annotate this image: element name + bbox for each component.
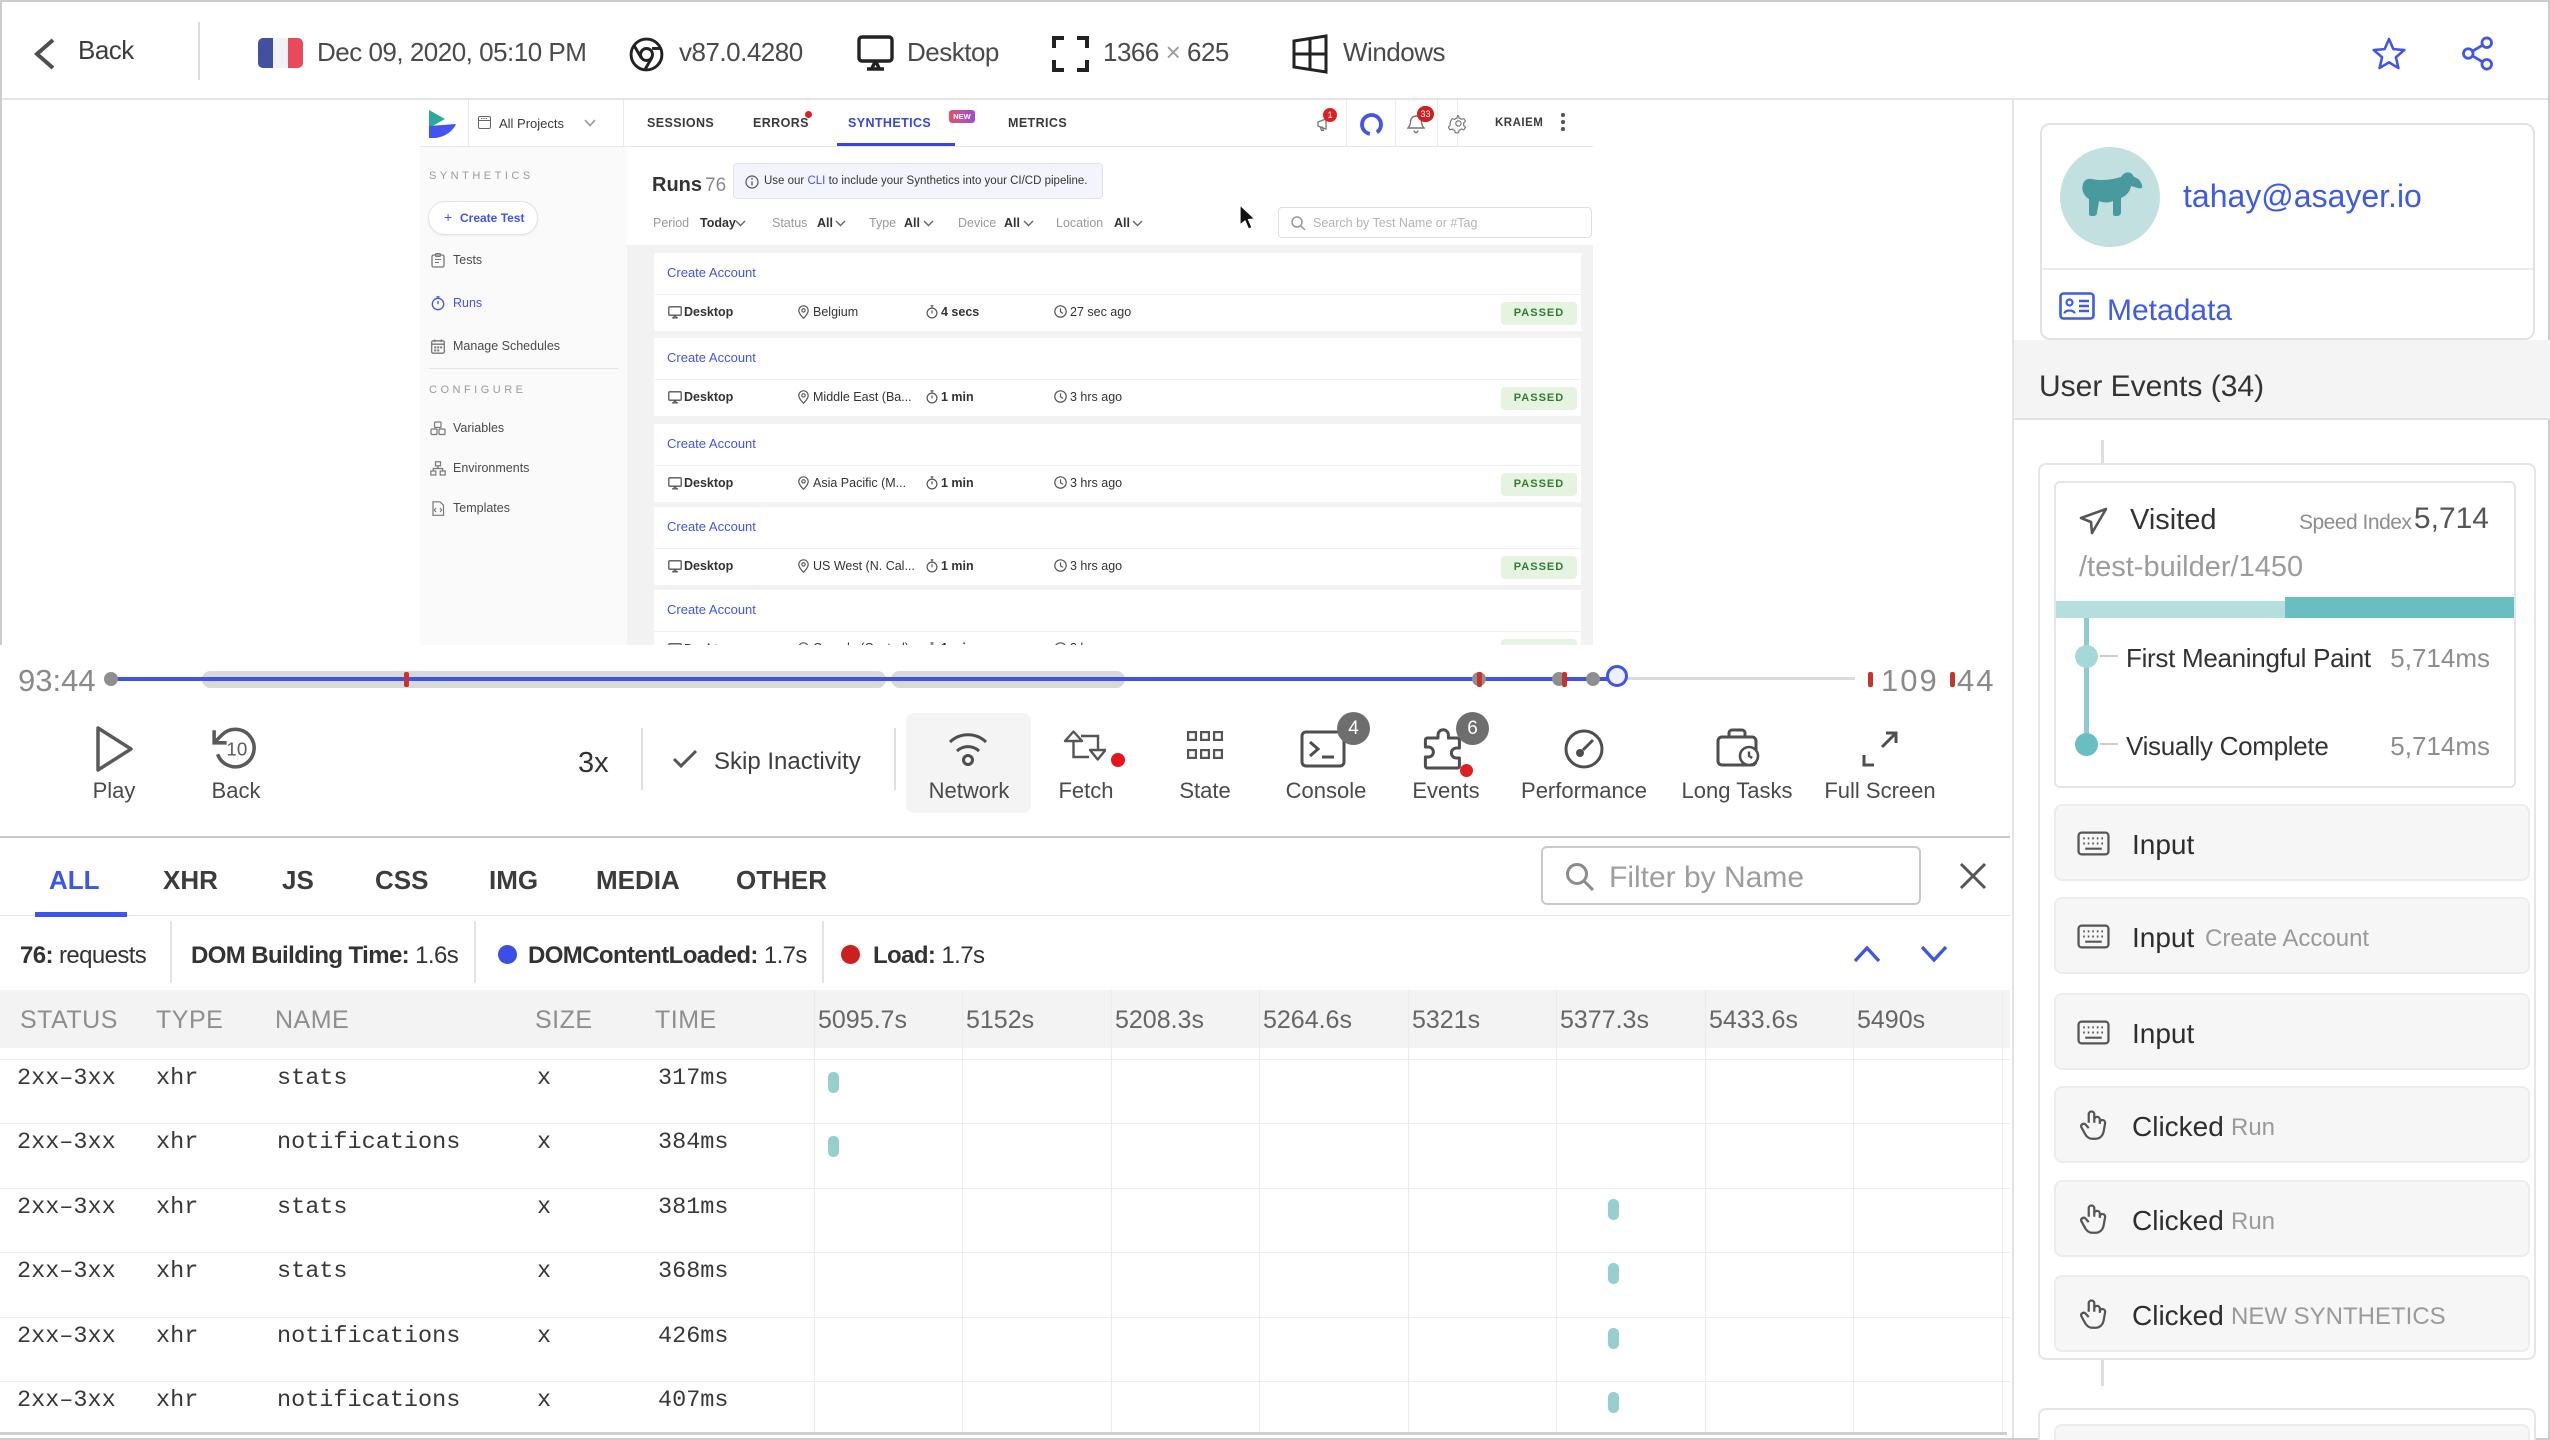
- svg-text:10: 10: [226, 738, 247, 759]
